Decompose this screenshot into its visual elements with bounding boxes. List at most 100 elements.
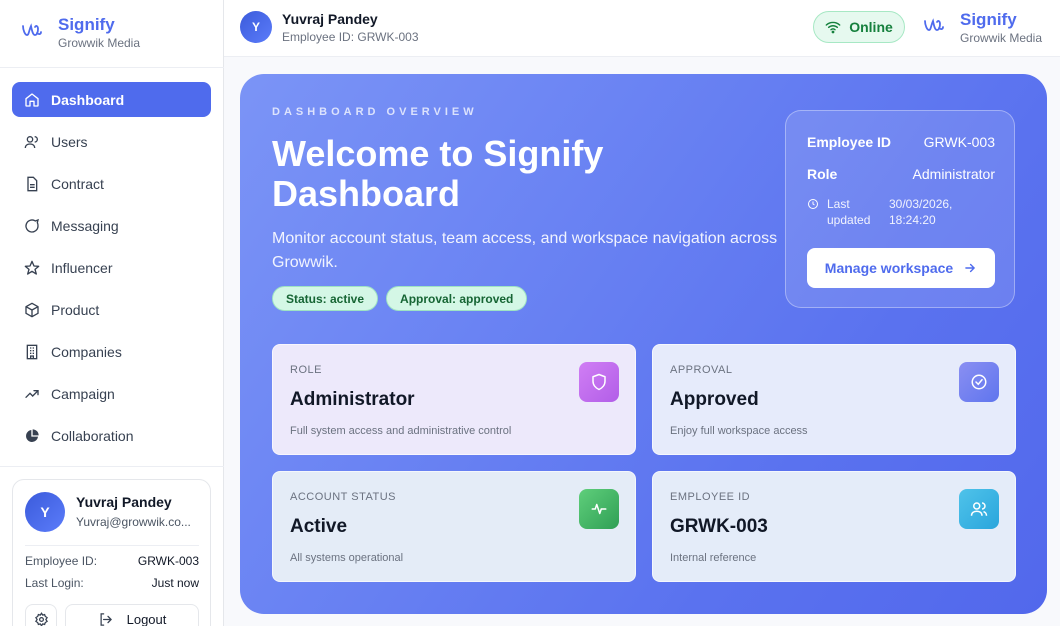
info-employee-id-row: Employee ID GRWK-003 <box>807 134 995 150</box>
sidebar-item-label: Product <box>51 301 100 318</box>
sidebar-item-contract[interactable]: Contract <box>12 166 211 201</box>
logout-button[interactable]: Logout <box>65 604 199 626</box>
logout-icon <box>100 612 112 626</box>
stat-description: Enjoy full workspace access <box>670 425 808 437</box>
chat-icon <box>24 218 40 234</box>
gear-icon <box>34 611 48 626</box>
sidebar-item-label: Campaign <box>51 385 115 402</box>
sidebar-item-dashboard[interactable]: Dashboard <box>12 82 211 117</box>
manage-workspace-button[interactable]: Manage workspace <box>807 248 995 288</box>
users-icon <box>24 134 40 150</box>
brand-name: Signify <box>58 15 115 34</box>
sidebar-item-influencer[interactable]: Influencer <box>12 250 211 285</box>
header-employee-id: Employee ID: GRWK-003 <box>282 30 419 44</box>
stat-value: Administrator <box>290 389 415 410</box>
home-icon <box>24 92 40 108</box>
employee-id-value: GRWK-003 <box>137 554 199 568</box>
sidebar-item-label: Dashboard <box>51 91 125 108</box>
sidebar-item-messaging[interactable]: Messaging <box>12 208 211 243</box>
box-icon <box>24 302 40 318</box>
header-user-name: Yuvraj Pandey <box>282 11 378 27</box>
activity-icon <box>579 489 619 529</box>
user-name: Yuvraj Pandey <box>76 494 172 510</box>
employee-info-card: Employee ID GRWK-003 Role Administrator … <box>785 110 1015 308</box>
stat-value: Approved <box>670 389 759 410</box>
info-last-updated-row: Last updated 30/03/2026, 18:24:20 <box>807 196 995 228</box>
star-icon <box>24 260 40 276</box>
page-title: Welcome to Signify Dashboard <box>272 133 604 214</box>
divider <box>0 67 224 68</box>
info-role-row: Role Administrator <box>807 166 995 182</box>
hero-description: Monitor account status, team access, and… <box>272 230 778 271</box>
brand[interactable]: Signify Growwik Media <box>20 14 140 50</box>
check-circle-icon <box>959 362 999 402</box>
avatar[interactable]: Y <box>25 492 65 532</box>
last-login-label: Last Login: <box>25 576 84 590</box>
sidebar-item-companies[interactable]: Companies <box>12 334 211 369</box>
sidebar-item-campaign[interactable]: Campaign <box>12 376 211 411</box>
signify-logo-icon <box>924 18 944 31</box>
stat-description: Full system access and administrative co… <box>290 425 512 437</box>
stat-label: EMPLOYEE ID <box>670 491 751 503</box>
employee-id-row: Employee ID: GRWK-003 <box>25 554 199 568</box>
shield-icon <box>579 362 619 402</box>
account-status-card: ACCOUNT STATUS Active All systems operat… <box>272 471 636 582</box>
employee-id-card: EMPLOYEE ID GRWK-003 Internal reference <box>652 471 1016 582</box>
team-icon <box>959 489 999 529</box>
divider <box>25 545 199 546</box>
sidebar-nav: Dashboard Users Contract Messaging Influ… <box>12 82 211 460</box>
stat-value: GRWK-003 <box>670 516 768 537</box>
hero-badges: Status: active Approval: approved <box>272 286 528 311</box>
info-employee-id-label: Employee ID <box>807 134 892 150</box>
manage-workspace-label: Manage workspace <box>824 260 954 276</box>
logout-label: Logout <box>126 611 167 626</box>
status-badge: Status: active <box>272 286 379 311</box>
info-last-updated-value: 30/03/2026, 18:24:20 <box>889 197 953 227</box>
stat-label: ROLE <box>290 364 322 376</box>
sidebar-item-label: Companies <box>51 343 122 360</box>
info-employee-id-value: GRWK-003 <box>923 134 995 150</box>
arrow-right-icon <box>965 263 976 273</box>
approval-card: APPROVAL Approved Enjoy full workspace a… <box>652 344 1016 455</box>
signify-logo-icon <box>22 23 42 36</box>
employee-id-label: Employee ID: <box>25 554 98 568</box>
sidebar: Signify Growwik Media Dashboard Users Co… <box>0 0 224 626</box>
trend-icon <box>24 386 40 402</box>
top-header: Y Yuvraj Pandey Employee ID: GRWK-003 On… <box>224 0 1060 57</box>
stat-description: Internal reference <box>670 552 757 564</box>
pie-icon <box>24 428 40 444</box>
sidebar-item-label: Influencer <box>51 259 113 276</box>
stat-label: APPROVAL <box>670 364 733 376</box>
stat-description: All systems operational <box>290 552 404 564</box>
user-email: Yuvraj@growwik.co... <box>76 515 191 529</box>
sidebar-item-label: Collaboration <box>51 427 134 444</box>
hero-kicker: DASHBOARD OVERVIEW <box>272 106 478 118</box>
sidebar-item-product[interactable]: Product <box>12 292 211 327</box>
info-role-value: Administrator <box>912 166 995 182</box>
sidebar-item-label: Contract <box>51 175 104 192</box>
document-icon <box>24 176 40 192</box>
stat-value: Active <box>290 516 348 537</box>
last-login-row: Last Login: Just now <box>25 576 199 590</box>
dashboard-hero: DASHBOARD OVERVIEW Welcome to Signify Da… <box>240 74 1047 614</box>
settings-button[interactable] <box>25 604 57 626</box>
clock-icon <box>808 199 818 209</box>
sidebar-item-label: Messaging <box>51 217 119 234</box>
sidebar-item-users[interactable]: Users <box>12 124 211 159</box>
sidebar-item-collaboration[interactable]: Collaboration <box>12 418 211 453</box>
brand-name: Signify <box>960 10 1017 29</box>
header-brand[interactable]: Signify Growwik Media <box>922 9 1042 45</box>
avatar[interactable]: Y <box>240 11 272 43</box>
stat-label: ACCOUNT STATUS <box>290 491 397 503</box>
sidebar-item-label: Users <box>51 133 88 150</box>
brand-org: Growwik Media <box>960 31 1043 45</box>
role-card: ROLE Administrator Full system access an… <box>272 344 636 455</box>
info-role-label: Role <box>807 166 838 182</box>
user-card: Y Yuvraj Pandey Yuvraj@growwik.co... Emp… <box>12 479 211 626</box>
wifi-icon <box>825 21 841 34</box>
last-login-value: Just now <box>151 576 199 590</box>
approval-badge: Approval: approved <box>386 286 528 311</box>
building-icon <box>24 344 40 360</box>
info-last-updated-label: Last updated <box>827 197 871 227</box>
brand-org: Growwik Media <box>58 36 141 50</box>
